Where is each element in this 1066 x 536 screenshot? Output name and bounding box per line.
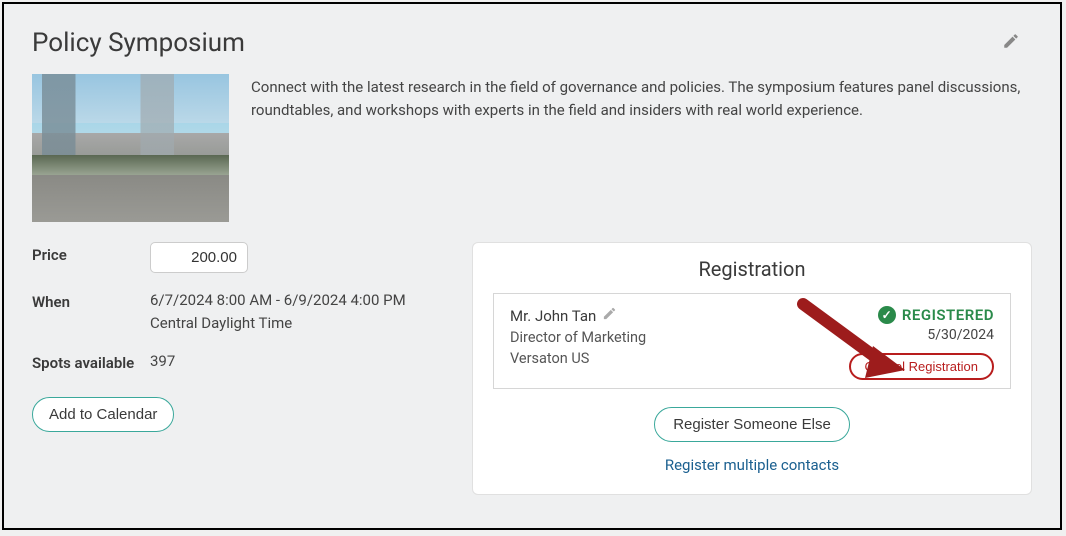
add-to-calendar-button[interactable]: Add to Calendar — [32, 397, 174, 432]
event-image — [32, 74, 229, 222]
check-icon: ✓ — [878, 306, 896, 324]
registration-date: 5/30/2024 — [849, 327, 994, 343]
event-title: Policy Symposium — [32, 28, 1032, 58]
price-label: Price — [32, 242, 150, 264]
main-content: Price When 6/7/2024 8:00 AM - 6/9/2024 4… — [32, 242, 1032, 495]
spots-row: Spots available 397 — [32, 350, 442, 373]
when-label: When — [32, 289, 150, 311]
event-description: Connect with the latest research in the … — [251, 74, 1032, 222]
event-details: Price When 6/7/2024 8:00 AM - 6/9/2024 4… — [32, 242, 442, 495]
edit-registrant-icon[interactable] — [602, 306, 617, 325]
when-timezone: Central Daylight Time — [150, 312, 406, 335]
price-row: Price — [32, 242, 442, 273]
edit-event-icon[interactable] — [1002, 32, 1020, 54]
spots-label: Spots available — [32, 350, 150, 372]
cancel-registration-button[interactable]: Cancel Registration — [849, 353, 994, 380]
registration-status: ✓ REGISTERED — [849, 306, 994, 324]
register-someone-else-button[interactable]: Register Someone Else — [654, 407, 850, 442]
price-input[interactable] — [150, 242, 248, 273]
when-row: When 6/7/2024 8:00 AM - 6/9/2024 4:00 PM… — [32, 289, 442, 334]
register-multiple-contacts-link[interactable]: Register multiple contacts — [493, 456, 1011, 474]
registrant-name: Mr. John Tan — [510, 307, 596, 325]
registrant-box: Mr. John Tan Director of Marketing Versa… — [493, 293, 1011, 389]
spots-value: 397 — [150, 350, 175, 373]
event-card: Policy Symposium Connect with the latest… — [2, 2, 1062, 530]
registration-panel: Registration Mr. John Tan Director of Ma… — [472, 242, 1032, 495]
when-datetime: 6/7/2024 8:00 AM - 6/9/2024 4:00 PM — [150, 289, 406, 312]
event-header: Connect with the latest research in the … — [32, 74, 1032, 222]
status-label: REGISTERED — [902, 306, 994, 324]
registration-status-block: ✓ REGISTERED 5/30/2024 Cancel Registrati… — [849, 306, 994, 380]
registration-title: Registration — [493, 257, 1011, 281]
when-value: 6/7/2024 8:00 AM - 6/9/2024 4:00 PM Cent… — [150, 289, 406, 334]
